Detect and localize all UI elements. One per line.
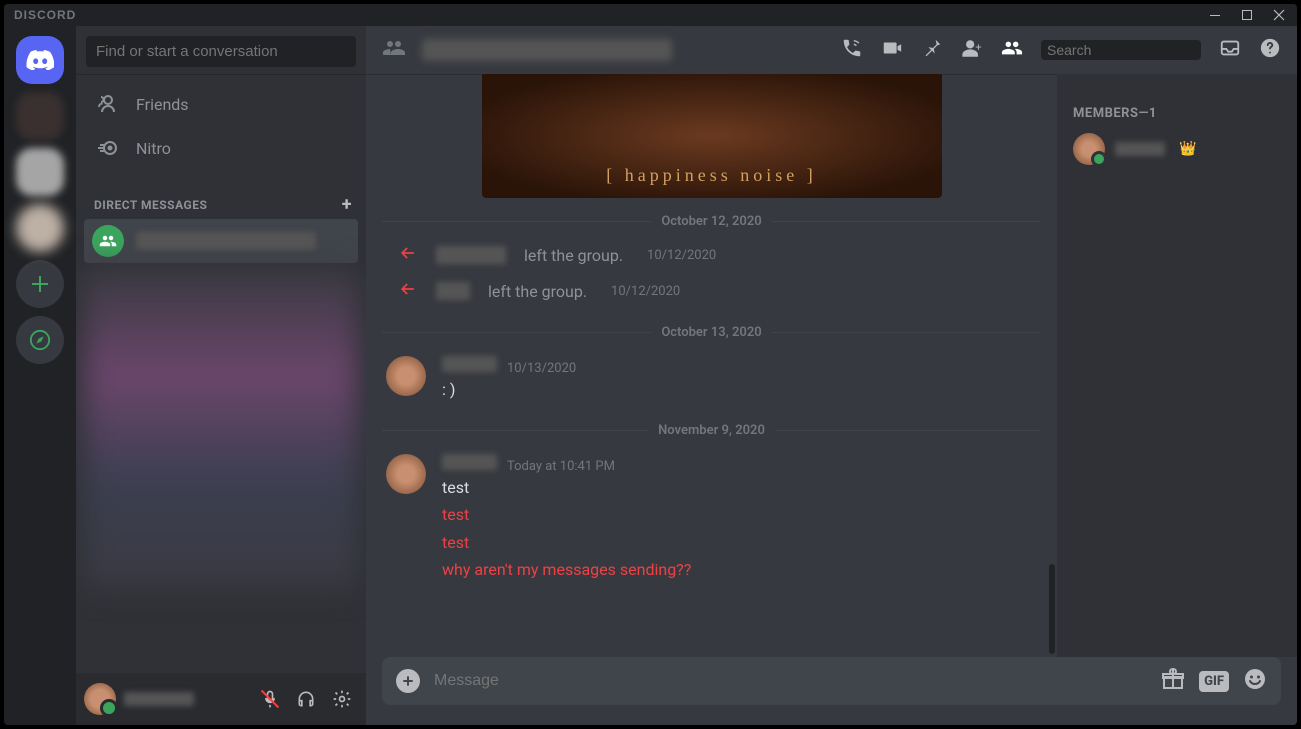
start-voice-call-button[interactable] (841, 37, 863, 63)
mute-button[interactable] (254, 683, 286, 715)
server-item[interactable] (16, 92, 64, 140)
system-date: 10/12/2020 (611, 284, 680, 299)
at-icon (382, 36, 406, 64)
friends-icon (96, 92, 120, 116)
nitro-icon (96, 136, 120, 160)
dm-sidebar: Friends Nitro DIRECT MESSAGES + (76, 26, 366, 725)
titlebar: DISCORD (4, 4, 1297, 26)
app-name: DISCORD (14, 8, 76, 22)
self-username (124, 692, 194, 706)
gif-button[interactable]: GIF (1199, 671, 1229, 692)
add-server-button[interactable] (16, 260, 64, 308)
message-group: Today at 10:41 PM test test test why are… (382, 446, 1041, 587)
nitro-label: Nitro (136, 139, 171, 158)
dm-conversation[interactable] (84, 219, 358, 263)
gift-button[interactable] (1161, 667, 1185, 695)
group-avatar-icon (92, 225, 124, 257)
message-timestamp: Today at 10:41 PM (507, 459, 615, 474)
search-bar[interactable] (1041, 40, 1201, 60)
members-header: MEMBERS—1 (1065, 90, 1289, 129)
quick-switcher[interactable] (86, 36, 356, 67)
owner-crown-icon: 👑 (1179, 141, 1196, 157)
message-text-failed: why aren't my messages sending?? (442, 556, 1041, 583)
system-date: 10/12/2020 (647, 248, 716, 263)
system-message: left the group. 10/12/2020 (382, 273, 1041, 309)
explore-button[interactable] (16, 316, 64, 364)
member-avatar (1073, 133, 1105, 165)
friends-label: Friends (136, 95, 189, 114)
message-input[interactable] (434, 672, 1147, 690)
message-list: [ happiness noise ] October 12, 2020 lef… (366, 74, 1057, 657)
chat-area: [ happiness noise ] October 12, 2020 lef… (366, 26, 1297, 725)
deafen-button[interactable] (290, 683, 322, 715)
left-arrow-icon (398, 279, 418, 303)
message-group: 10/13/2020 : ) (382, 348, 1041, 407)
add-friends-button[interactable] (961, 37, 983, 63)
system-username (436, 282, 470, 300)
chat-header (366, 26, 1297, 74)
system-text: left the group. (524, 246, 623, 265)
minimize-button[interactable] (1201, 5, 1229, 25)
member-name (1115, 142, 1165, 156)
message-text-failed: test (442, 529, 1041, 556)
server-item[interactable] (16, 204, 64, 252)
help-button[interactable] (1259, 37, 1281, 63)
message-author[interactable] (442, 356, 497, 372)
close-button[interactable] (1265, 5, 1293, 25)
system-text: left the group. (488, 282, 587, 301)
message-text: : ) (442, 376, 1041, 403)
message-text-failed: test (442, 501, 1041, 528)
nitro-nav[interactable]: Nitro (84, 126, 358, 170)
system-message: left the group. 10/12/2020 (382, 237, 1041, 273)
message-avatar[interactable] (386, 356, 426, 396)
user-panel (76, 673, 366, 725)
toggle-members-button[interactable] (1001, 37, 1023, 63)
search-input[interactable] (1047, 42, 1228, 58)
embed-caption: [ happiness noise ] (606, 165, 816, 198)
embed-image[interactable]: [ happiness noise ] (482, 74, 942, 198)
server-item[interactable] (16, 148, 64, 196)
emoji-button[interactable] (1243, 667, 1267, 695)
maximize-button[interactable] (1233, 5, 1261, 25)
home-button[interactable] (16, 36, 64, 84)
settings-button[interactable] (326, 683, 358, 715)
members-panel: MEMBERS—1 👑 (1057, 74, 1297, 657)
friends-nav[interactable]: Friends (84, 82, 358, 126)
date-divider: October 13, 2020 (382, 325, 1041, 340)
dm-list-blurred (84, 269, 358, 589)
message-composer: GIF (382, 657, 1281, 705)
message-text: test (442, 474, 1041, 501)
date-divider: October 12, 2020 (382, 214, 1041, 229)
system-username (436, 246, 506, 264)
message-author[interactable] (442, 454, 497, 470)
date-divider: November 9, 2020 (382, 423, 1041, 438)
left-arrow-icon (398, 243, 418, 267)
member-item[interactable]: 👑 (1065, 129, 1289, 169)
chat-title (422, 39, 672, 61)
pinned-messages-button[interactable] (921, 37, 943, 63)
attach-button[interactable] (396, 669, 420, 693)
new-dm-button[interactable]: + (342, 194, 352, 215)
server-list (4, 26, 76, 725)
message-avatar[interactable] (386, 454, 426, 494)
start-video-call-button[interactable] (881, 37, 903, 63)
scrollbar[interactable] (1049, 354, 1055, 654)
dm-header-label: DIRECT MESSAGES (94, 198, 207, 212)
inbox-button[interactable] (1219, 37, 1241, 63)
self-avatar[interactable] (84, 683, 116, 715)
dm-name (136, 232, 316, 250)
message-timestamp: 10/13/2020 (507, 361, 576, 376)
